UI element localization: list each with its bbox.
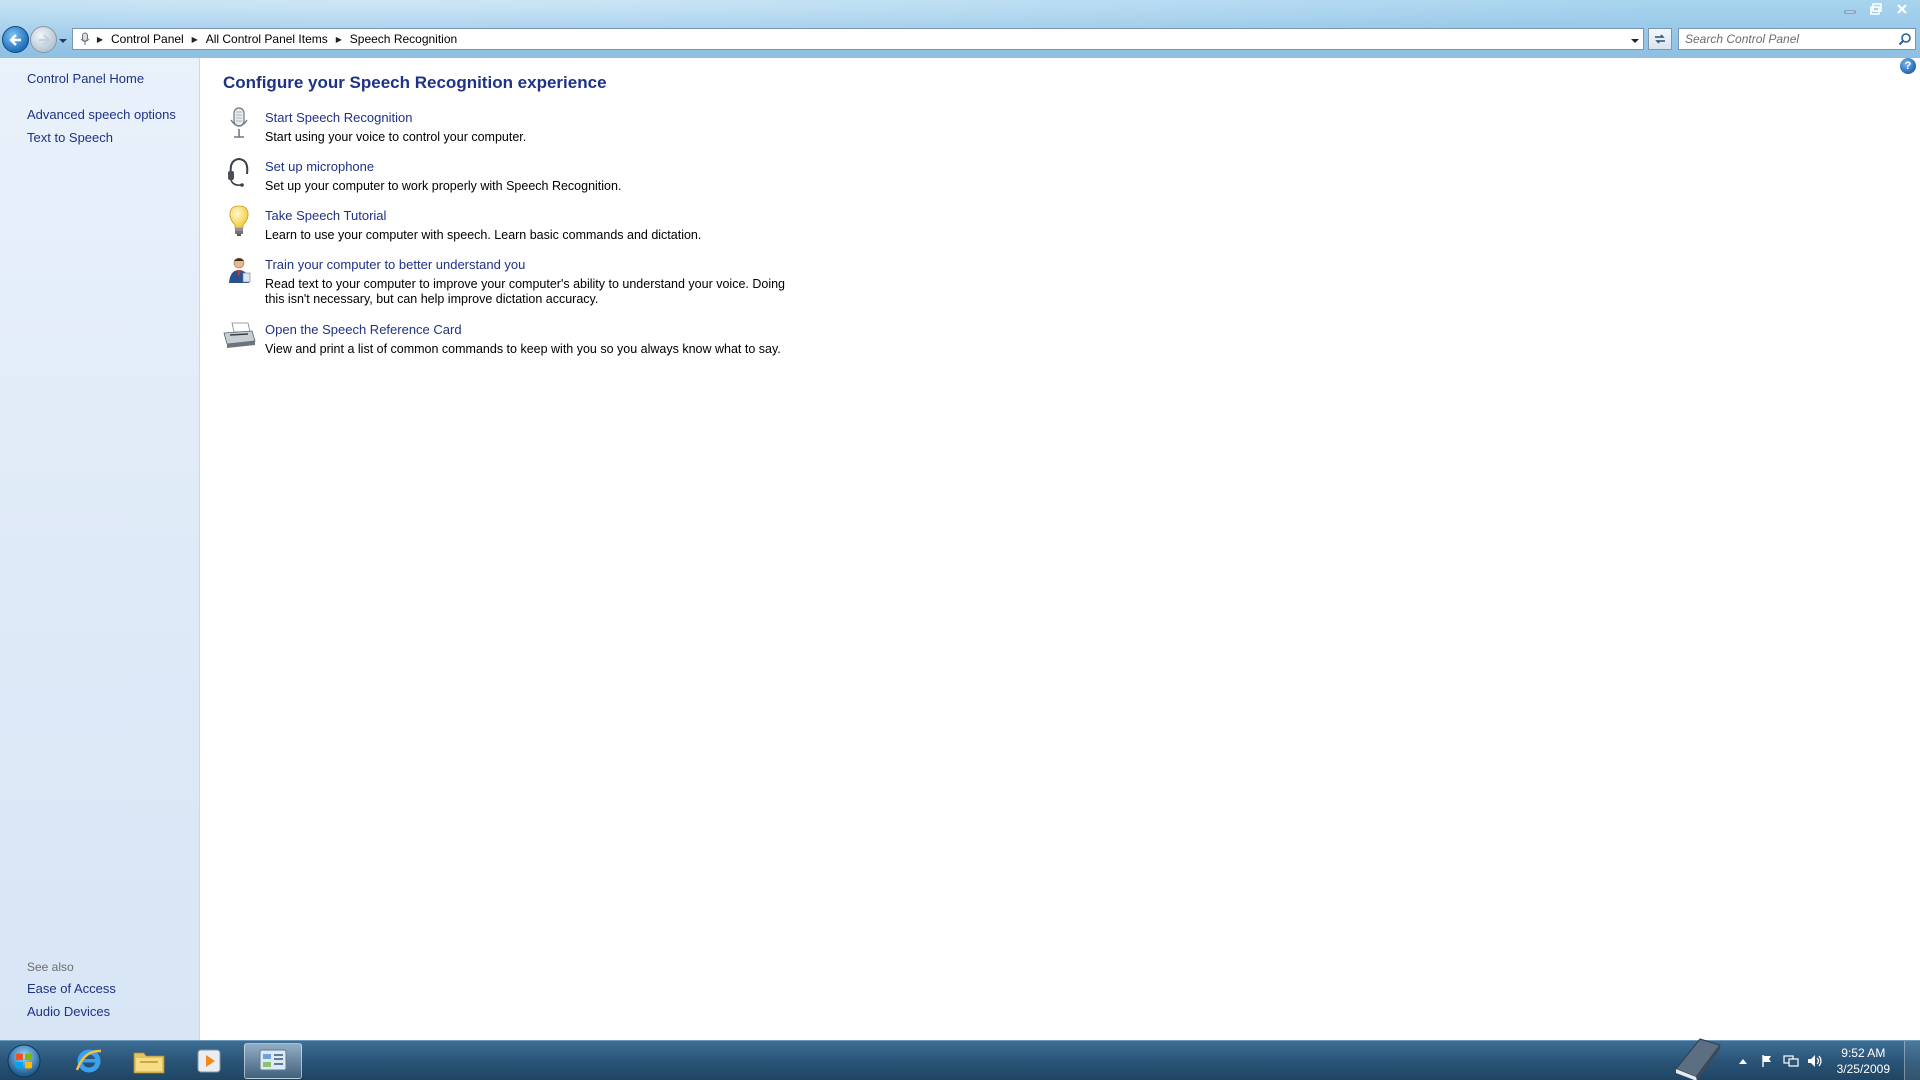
start-button[interactable] — [4, 1042, 44, 1080]
speech-recognition-icon — [77, 31, 93, 47]
taskbar-windows-explorer[interactable] — [120, 1043, 178, 1079]
close-icon — [1897, 3, 1907, 14]
task-description: Read text to your computer to improve yo… — [265, 277, 786, 306]
breadcrumb-separator-icon[interactable]: ▶ — [188, 35, 202, 44]
recent-pages-dropdown[interactable] — [58, 34, 68, 44]
show-desktop-button[interactable] — [1904, 1041, 1920, 1080]
ease-of-access-link[interactable]: Ease of Access — [27, 981, 116, 996]
media-player-icon — [197, 1049, 221, 1073]
windows-explorer-icon — [133, 1052, 165, 1074]
network-icon[interactable] — [1779, 1049, 1803, 1073]
task-description: Start using your voice to control your c… — [265, 130, 527, 144]
close-button[interactable] — [1890, 0, 1914, 17]
address-history-dropdown[interactable] — [1630, 34, 1640, 44]
breadcrumb-all-control-panel-items[interactable]: All Control Panel Items — [202, 32, 332, 46]
help-icon[interactable]: ? — [1900, 58, 1916, 74]
page-title: Configure your Speech Recognition experi… — [223, 73, 607, 92]
clock-time: 9:52 AM — [1841, 1046, 1886, 1060]
maximize-button[interactable] — [1864, 0, 1888, 17]
taskbar: 9:52 AM 3/25/2009 — [0, 1038, 1920, 1080]
chevron-down-icon — [59, 39, 67, 43]
printer-icon — [222, 318, 256, 352]
internet-explorer-icon — [75, 1049, 102, 1073]
lightbulb-icon — [222, 204, 256, 238]
arrow-right-icon — [38, 33, 51, 46]
set-up-microphone-link[interactable]: Set up microphone — [265, 159, 374, 174]
clock[interactable]: 9:52 AM 3/25/2009 — [1837, 1045, 1890, 1077]
search-input[interactable] — [1679, 32, 1895, 46]
book-gadget-icon — [1675, 1038, 1721, 1080]
advanced-speech-options-link[interactable]: Advanced speech options — [27, 107, 176, 122]
minimize-icon — [1844, 10, 1856, 13]
control-panel-home-link[interactable]: Control Panel Home — [27, 71, 144, 86]
title-bar: ▶ Control Panel ▶ All Control Panel Item… — [0, 0, 1920, 58]
task-description: Learn to use your computer with speech. … — [265, 228, 702, 242]
task-description: Set up your computer to work properly wi… — [265, 179, 622, 193]
start-speech-recognition-link[interactable]: Start Speech Recognition — [265, 110, 412, 125]
microphone-icon — [222, 106, 256, 140]
search-icon[interactable] — [1895, 29, 1915, 49]
chevron-down-icon — [1631, 39, 1639, 43]
person-train-icon — [222, 253, 256, 287]
show-hidden-icons-icon[interactable] — [1731, 1049, 1755, 1073]
breadcrumb-separator-icon[interactable]: ▶ — [93, 35, 107, 44]
search-box[interactable] — [1678, 28, 1916, 50]
see-also-header: See also — [27, 960, 74, 974]
audio-devices-link[interactable]: Audio Devices — [27, 1004, 110, 1019]
forward-button[interactable] — [30, 26, 57, 53]
headset-icon — [222, 155, 256, 189]
left-navigation-pane: Control Panel Home Advanced speech optio… — [0, 58, 200, 1040]
volume-icon[interactable] — [1803, 1049, 1827, 1073]
refresh-button[interactable] — [1648, 28, 1672, 50]
windows-logo-icon — [7, 1044, 41, 1078]
take-speech-tutorial-link[interactable]: Take Speech Tutorial — [265, 208, 386, 223]
address-bar[interactable]: ▶ Control Panel ▶ All Control Panel Item… — [72, 28, 1644, 50]
task-description: View and print a list of common commands… — [265, 342, 781, 356]
breadcrumb-speech-recognition[interactable]: Speech Recognition — [346, 32, 461, 46]
taskbar-control-panel[interactable] — [244, 1043, 302, 1079]
taskbar-media-player[interactable] — [180, 1043, 238, 1079]
window-controls — [1838, 0, 1914, 17]
action-center-flag-icon[interactable] — [1755, 1049, 1779, 1073]
open-speech-reference-card-link[interactable]: Open the Speech Reference Card — [265, 322, 462, 337]
breadcrumb-control-panel[interactable]: Control Panel — [107, 32, 188, 46]
taskbar-internet-explorer[interactable] — [60, 1043, 118, 1079]
system-tray: 9:52 AM 3/25/2009 — [1731, 1041, 1890, 1080]
text-to-speech-link[interactable]: Text to Speech — [27, 130, 113, 145]
control-panel-icon — [259, 1049, 287, 1071]
back-button[interactable] — [2, 26, 29, 53]
minimize-button[interactable] — [1838, 0, 1862, 17]
breadcrumb-separator-icon[interactable]: ▶ — [332, 35, 346, 44]
restore-icon — [1870, 2, 1882, 15]
main-content: ? Configure your Speech Recognition expe… — [200, 58, 1920, 1040]
arrow-left-icon — [8, 33, 21, 46]
refresh-icon — [1655, 34, 1665, 44]
clock-date: 3/25/2009 — [1836, 1062, 1890, 1076]
train-computer-link[interactable]: Train your computer to better understand… — [265, 257, 525, 272]
